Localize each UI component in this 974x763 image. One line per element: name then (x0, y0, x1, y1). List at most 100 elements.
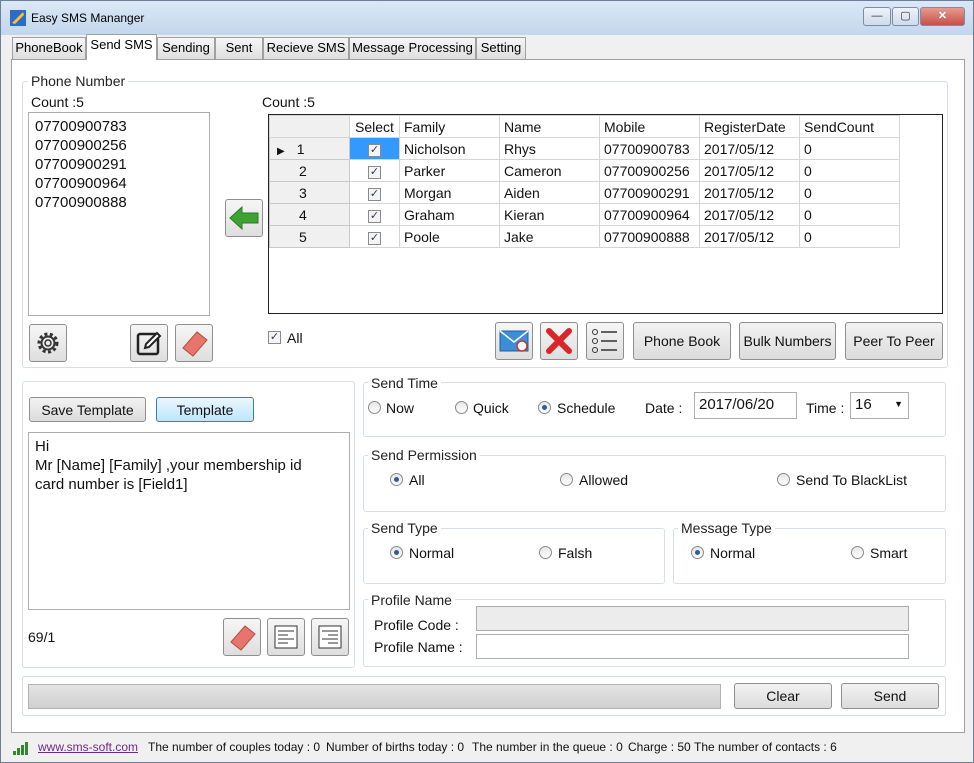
maximize-button[interactable]: ▢ (892, 7, 919, 26)
save-template-button[interactable]: Save Template (29, 397, 146, 422)
radio-message-normal[interactable] (691, 546, 704, 559)
registerdate-cell[interactable]: 2017/05/12 (699, 159, 800, 182)
registerdate-cell[interactable]: 2017/05/12 (699, 181, 800, 204)
sendcount-cell[interactable]: 0 (799, 225, 900, 248)
delete-button[interactable] (540, 322, 578, 360)
name-cell[interactable]: Jake (499, 225, 600, 248)
message-button[interactable] (495, 322, 533, 360)
clear-message-button[interactable] (223, 618, 261, 656)
mobile-cell[interactable]: 07700900783 (599, 137, 700, 160)
column-header-family[interactable]: Family (399, 115, 500, 138)
date-input[interactable]: 2017/06/20 (694, 392, 797, 419)
tab-message-processing[interactable]: Message Processing (349, 37, 476, 59)
radio-send-flash[interactable] (539, 546, 552, 559)
row-header[interactable]: 3 (269, 181, 350, 204)
contacts-grid[interactable]: Select Family Name Mobile RegisterDate S… (268, 114, 943, 314)
clear-button[interactable]: Clear (734, 683, 832, 709)
registerdate-cell[interactable]: 2017/05/12 (699, 203, 800, 226)
family-cell[interactable]: Graham (399, 203, 500, 226)
radio-send-normal[interactable] (390, 546, 403, 559)
peer-to-peer-button[interactable]: Peer To Peer (845, 322, 943, 360)
align-right-icon (318, 625, 342, 649)
profile-code-input[interactable] (476, 606, 909, 631)
mobile-cell[interactable]: 07700900291 (599, 181, 700, 204)
name-cell[interactable]: Rhys (499, 137, 600, 160)
edit-button[interactable] (130, 324, 168, 362)
row-header[interactable]: 2 (269, 159, 350, 182)
phone-book-button[interactable]: Phone Book (633, 322, 731, 360)
table-row[interactable]: ▶ 1 ✓ Nicholson Rhys 07700900783 2017/05/… (269, 137, 900, 160)
bulk-numbers-button[interactable]: Bulk Numbers (739, 322, 836, 360)
row-header[interactable]: ▶ 1 (269, 137, 350, 160)
row-checkbox[interactable]: ✓ (368, 210, 381, 223)
radio-permission-all[interactable] (390, 473, 403, 486)
settings-button[interactable] (29, 324, 67, 362)
sendcount-cell[interactable]: 0 (799, 181, 900, 204)
website-link[interactable]: www.sms-soft.com (38, 740, 138, 754)
tab-sent[interactable]: Sent (215, 37, 263, 59)
column-header-sendcount[interactable]: SendCount (799, 115, 900, 138)
family-cell[interactable]: Poole (399, 225, 500, 248)
radio-now[interactable] (368, 401, 381, 414)
mobile-cell[interactable]: 07700900888 (599, 225, 700, 248)
select-cell[interactable]: ✓ (349, 159, 400, 182)
row-checkbox[interactable]: ✓ (368, 166, 381, 179)
list-button[interactable] (586, 322, 624, 360)
row-checkbox[interactable]: ✓ (368, 188, 381, 201)
name-cell[interactable]: Cameron (499, 159, 600, 182)
tab-phonebook[interactable]: PhoneBook (12, 37, 86, 59)
profile-name-input[interactable] (476, 634, 909, 659)
radio-message-smart[interactable] (851, 546, 864, 559)
row-checkbox[interactable]: ✓ (368, 232, 381, 245)
tab-sending[interactable]: Sending (157, 37, 215, 59)
align-left-button[interactable] (267, 618, 305, 656)
row-checkbox[interactable]: ✓ (368, 144, 381, 157)
sendcount-cell[interactable]: 0 (799, 203, 900, 226)
radio-schedule[interactable] (538, 401, 551, 414)
tab-setting[interactable]: Setting (476, 37, 526, 59)
select-cell[interactable]: ✓ (349, 203, 400, 226)
row-header[interactable]: 5 (269, 225, 350, 248)
sendcount-cell[interactable]: 0 (799, 137, 900, 160)
registerdate-cell[interactable]: 2017/05/12 (699, 225, 800, 248)
table-row[interactable]: 5 ✓ Poole Jake 07700900888 2017/05/12 0 (269, 225, 900, 248)
family-cell[interactable]: Parker (399, 159, 500, 182)
erase-numbers-button[interactable] (175, 324, 213, 362)
column-header-mobile[interactable]: Mobile (599, 115, 700, 138)
table-row[interactable]: 4 ✓ Graham Kieran 07700900964 2017/05/12… (269, 203, 900, 226)
table-row[interactable]: 2 ✓ Parker Cameron 07700900256 2017/05/1… (269, 159, 900, 182)
row-header[interactable]: 4 (269, 203, 350, 226)
select-cell[interactable]: ✓ (349, 225, 400, 248)
minimize-button[interactable]: — (863, 7, 891, 26)
sendcount-cell[interactable]: 0 (799, 159, 900, 182)
radio-quick[interactable] (455, 401, 468, 414)
select-cell[interactable]: ✓ (349, 181, 400, 204)
mobile-cell[interactable]: 07700900964 (599, 203, 700, 226)
close-button[interactable]: ✕ (920, 7, 965, 26)
radio-permission-blacklist[interactable] (777, 473, 790, 486)
phone-numbers-textarea[interactable]: 07700900783 07700900256 07700900291 0770… (28, 112, 210, 316)
time-select[interactable]: 16 ▼ (850, 392, 909, 419)
name-cell[interactable]: Aiden (499, 181, 600, 204)
mobile-cell[interactable]: 07700900256 (599, 159, 700, 182)
column-header-registerdate[interactable]: RegisterDate (699, 115, 800, 138)
message-textarea[interactable]: Hi Mr [Name] [Family] ,your membership i… (28, 432, 350, 610)
status-births: Number of births today : 0 (326, 740, 465, 754)
send-button[interactable]: Send (841, 683, 939, 709)
select-cell[interactable]: ✓ (349, 137, 400, 160)
template-button[interactable]: Template (156, 397, 254, 422)
select-all-checkbox[interactable]: ✓ (268, 331, 281, 344)
name-cell[interactable]: Kieran (499, 203, 600, 226)
radio-permission-allowed[interactable] (560, 473, 573, 486)
family-cell[interactable]: Morgan (399, 181, 500, 204)
table-row[interactable]: 3 ✓ Morgan Aiden 07700900291 2017/05/12 … (269, 181, 900, 204)
column-header-select[interactable]: Select (349, 115, 400, 138)
family-cell[interactable]: Nicholson (399, 137, 500, 160)
registerdate-cell[interactable]: 2017/05/12 (699, 137, 800, 160)
app-icon (10, 10, 26, 26)
align-right-button[interactable] (311, 618, 349, 656)
tab-send-sms[interactable]: Send SMS (86, 34, 157, 60)
column-header-name[interactable]: Name (499, 115, 600, 138)
tab-recieve-sms[interactable]: Recieve SMS (263, 37, 349, 59)
add-to-list-button[interactable] (225, 199, 263, 237)
